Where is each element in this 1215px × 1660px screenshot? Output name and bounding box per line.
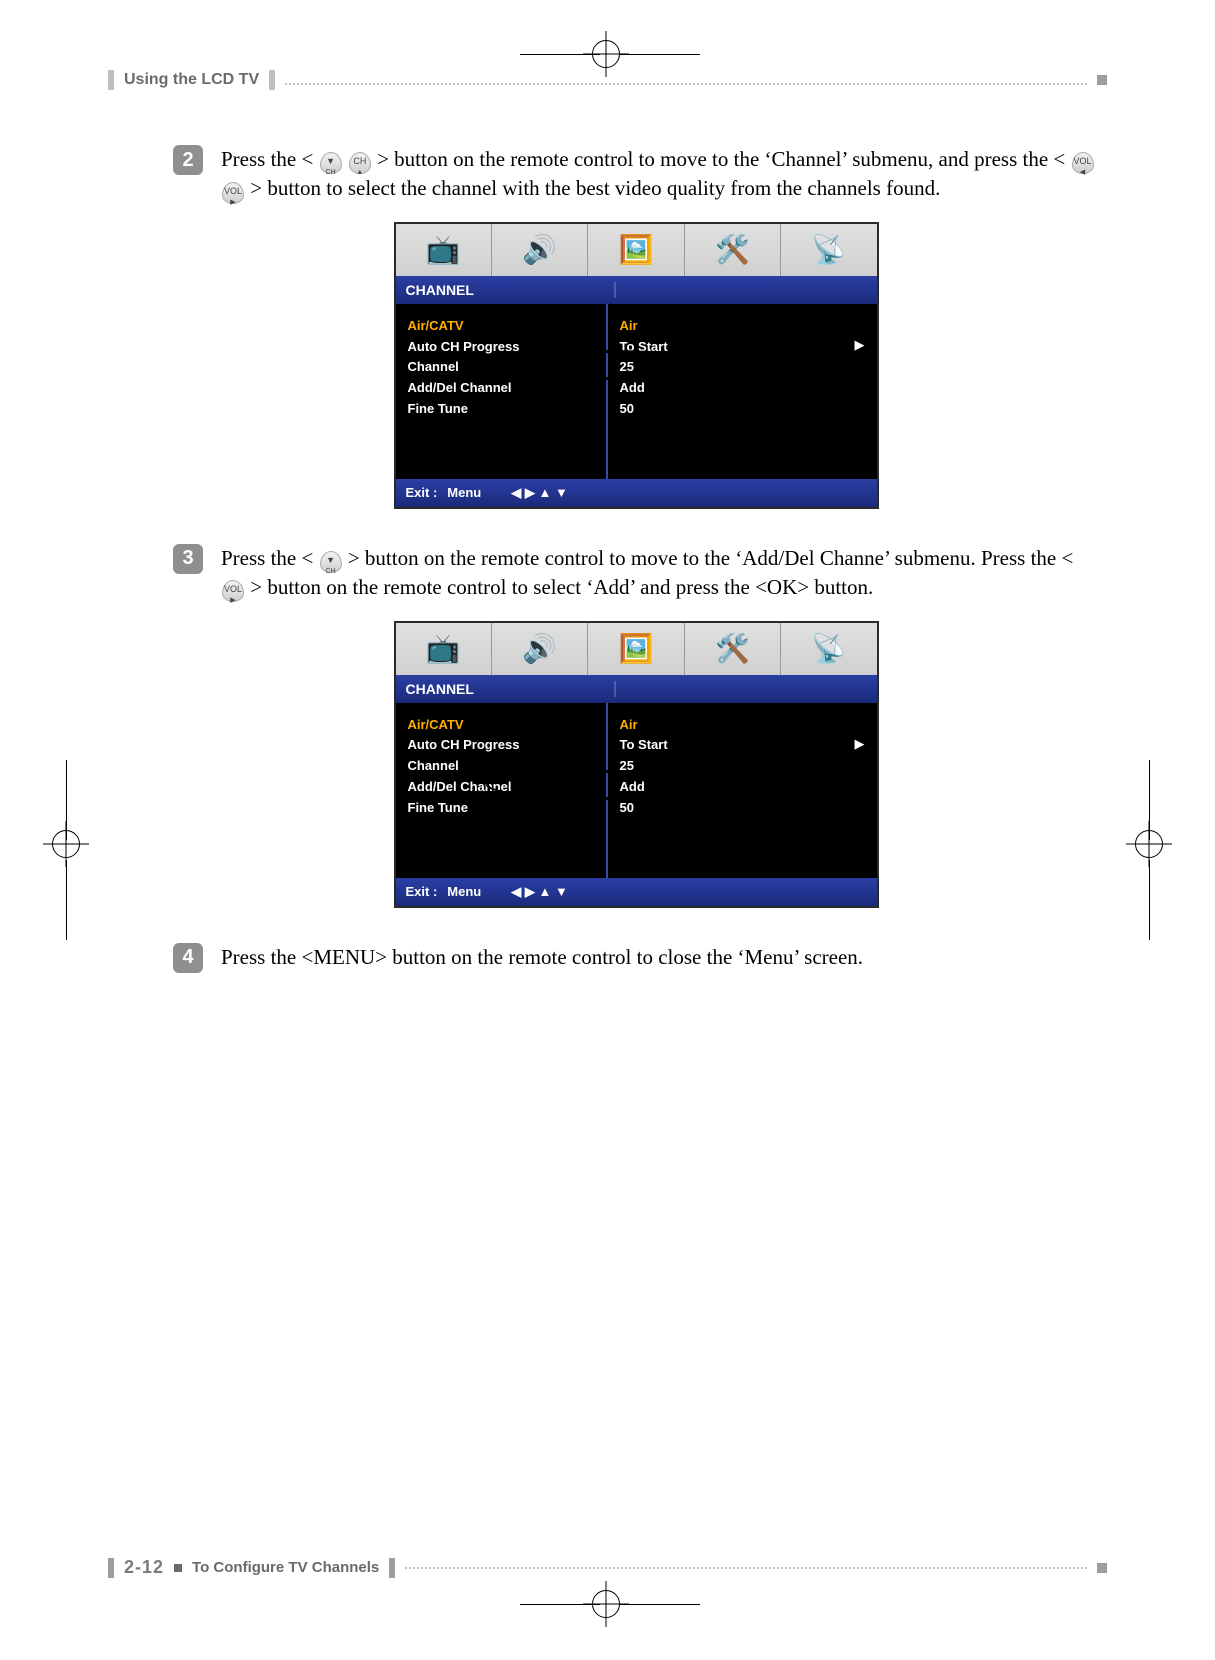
osd-row-label: Fine Tune [408,798,594,819]
osd-footer-arrows-icon: ◀ ▶ ▲ ▼ [511,485,568,501]
osd-tab-4: 📡 [781,224,876,276]
osd-tab-icon: 🔊 [522,233,557,266]
osd-body: Air/CATVAuto CH ProgressChannelAdd/Del C… [396,703,877,878]
osd-row-value: Air [620,316,865,337]
osd-tab-4: 📡 [781,623,876,675]
osd-values-col: AirTo Start▶ 25Add50 [608,304,877,479]
osd-tab-2: 🖼️ [588,623,684,675]
osd-arrow-icon: ▶ [855,736,865,752]
instruction-step: 2 Press the < ▼CH CH▲ > button on the rem… [173,145,1099,204]
osd-title-bar: CHANNEL [396,276,877,304]
osd-footer-exit: Exit : [406,485,438,500]
osd-tab-1: 🔊 [492,623,588,675]
osd-row-label: Channel [408,357,594,378]
osd-title: CHANNEL [406,681,616,697]
step-number-badge: 3 [173,544,203,574]
osd-screenshot-container: 📺 🔊 🖼️ 🛠️ 📡 CHANNEL Air/CATVAuto CH ProgressCh… [173,222,1099,509]
osd-row-value: To Start [620,735,865,756]
step-text: Press the < ▼CH > button on the remote c… [221,544,1099,603]
footer-accent-bar [108,1558,114,1578]
osd-tab-icon: 📺 [426,233,461,266]
osd-row-label: Add/Del Channel [408,777,594,798]
osd-row-label: Channel [408,756,594,777]
step-text: Press the < ▼CH CH▲ > button on the remo… [221,145,1099,204]
content-area: 2 Press the < ▼CH CH▲ > button on the rem… [108,90,1107,973]
osd-tab-icon: 🛠️ [715,233,750,266]
page-number: 2-12 [124,1557,164,1578]
osd-tab-0: 📺 [396,623,492,675]
osd-title: CHANNEL [406,282,616,298]
remote-ch-up-icon: CH▲ [349,152,371,174]
page-footer: 2-12 To Configure TV Channels [108,1557,1107,1578]
osd-tab-1: 🔊 [492,224,588,276]
osd-tab-icon: 🖼️ [619,233,654,266]
osd-tab-icon: 📺 [426,632,461,665]
osd-tab-icon: 🖼️ [619,632,654,665]
footer-section-title: To Configure TV Channels [192,1559,379,1576]
osd-row-value: 50 [620,399,865,420]
footer-accent-bar [389,1558,395,1578]
osd-tab-icon: 🛠️ [715,632,750,665]
instruction-step: 4 Press the <MENU> button on the remote c… [173,943,1099,973]
osd-tab-0: 📺 [396,224,492,276]
header-dotted-rule [285,83,1087,85]
header-end-block [1097,75,1107,85]
osd-labels-col: Air/CATVAuto CH ProgressChannelAdd/Del C… [396,703,608,878]
remote-ch-dn-icon: ▼CH [320,152,342,174]
osd-arrow-icon: ▶ [855,337,865,353]
header-title: Using the LCD TV [124,71,259,89]
osd-footer: Exit : Menu ◀ ▶ ▲ ▼ [396,479,877,507]
osd-tab-3: 🛠️ [685,623,781,675]
osd-footer-menu: Menu [447,485,481,500]
footer-square-icon [174,1564,182,1572]
osd-footer: Exit : Menu ◀ ▶ ▲ ▼ [396,878,877,906]
osd-title-bar: CHANNEL [396,675,877,703]
remote-ch-dn-icon: ▼CH [320,551,342,573]
osd-footer-menu: Menu [447,884,481,899]
osd-channel-screenshot-2: 📺 🔊 🖼️ 🛠️ 📡 CHANNEL Air/CATVAuto CH ProgressCh… [394,621,879,908]
osd-row-label: Air/CATV [408,316,594,337]
osd-footer-arrows-icon: ◀ ▶ ▲ ▼ [511,884,568,900]
osd-row-value: 50 [620,798,865,819]
header-accent-bar [108,70,114,90]
footer-end-block [1097,1563,1107,1573]
osd-row-label: Air/CATV [408,715,594,736]
osd-row-label: Auto CH Progress [408,337,594,358]
osd-tab-icon: 🔊 [522,632,557,665]
osd-body: Air/CATVAuto CH ProgressChannelAdd/Del C… [396,304,877,479]
osd-row-value: Add [620,777,865,798]
osd-tab-2: 🖼️ [588,224,684,276]
osd-screenshot-container: 📺 🔊 🖼️ 🛠️ 📡 CHANNEL Air/CATVAuto CH ProgressCh… [173,621,1099,908]
header-accent-bar [269,70,275,90]
osd-row-value: 25 [620,357,865,378]
osd-tab-icon: 📡 [811,233,846,266]
footer-dotted-rule [405,1567,1087,1569]
osd-tab-3: 🛠️ [685,224,781,276]
osd-row-label: Add/Del Channel [408,378,594,399]
page-header: Using the LCD TV [108,70,1107,90]
manual-page: Using the LCD TV 2 Press the < ▼CH CH▲ > … [108,70,1107,1590]
osd-row-label: Fine Tune [408,399,594,420]
osd-values-col: AirTo Start▶ 25Add50 [608,703,877,878]
osd-row-value: To Start [620,337,865,358]
osd-row-value: Add [620,378,865,399]
step-number-badge: 2 [173,145,203,175]
osd-row-label: Auto CH Progress [408,735,594,756]
osd-row-value: Air [620,715,865,736]
osd-labels-col: Air/CATVAuto CH ProgressChannelAdd/Del C… [396,304,608,479]
osd-tab-icon: 📡 [811,632,846,665]
osd-tab-bar: 📺 🔊 🖼️ 🛠️ 📡 [396,224,877,276]
osd-tab-bar: 📺 🔊 🖼️ 🛠️ 📡 [396,623,877,675]
step-text: Press the <MENU> button on the remote co… [221,943,863,973]
remote-vol-l-icon: VOL◀ [1072,152,1094,174]
osd-row-value: 25 [620,756,865,777]
instruction-step: 3 Press the < ▼CH > button on the remote … [173,544,1099,603]
step-number-badge: 4 [173,943,203,973]
remote-vol-r-icon: VOL▶ [222,182,244,204]
remote-vol-r-icon: VOL▶ [222,580,244,602]
osd-footer-exit: Exit : [406,884,438,899]
osd-channel-screenshot-1: 📺 🔊 🖼️ 🛠️ 📡 CHANNEL Air/CATVAuto CH ProgressCh… [394,222,879,509]
